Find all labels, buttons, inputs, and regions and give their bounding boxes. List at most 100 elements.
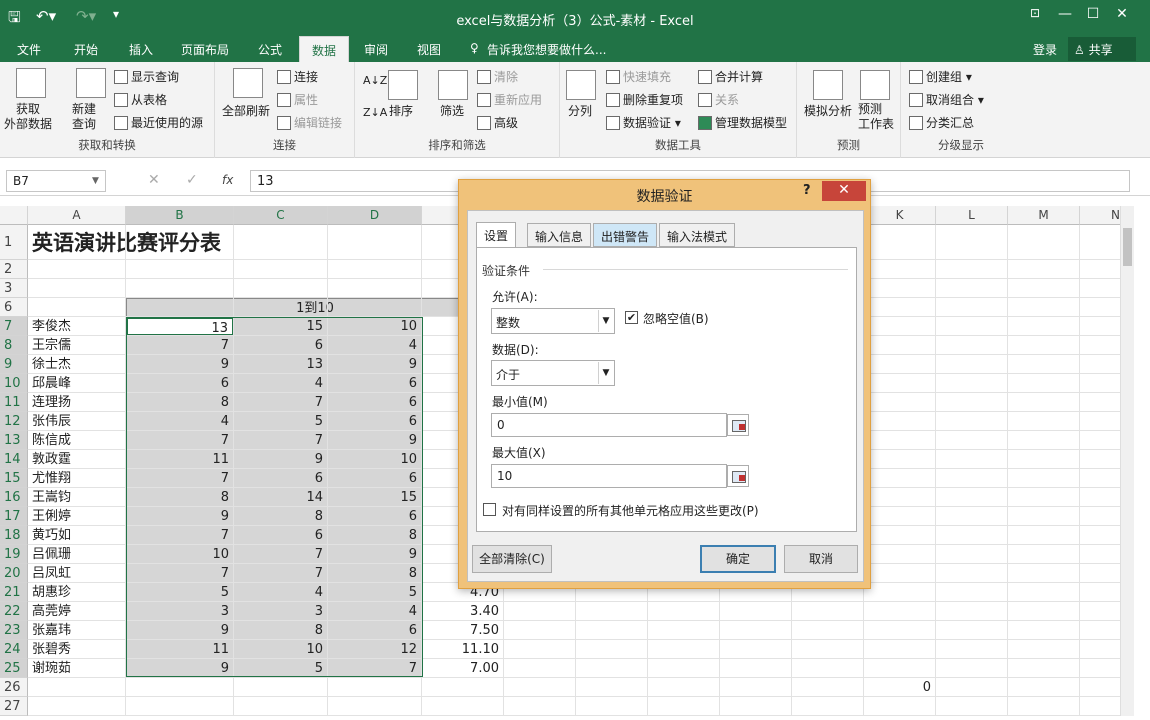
score-cell[interactable]: 3	[234, 602, 328, 621]
sheet-title[interactable]: 英语演讲比赛评分表	[28, 225, 448, 260]
row-header[interactable]: 13	[0, 431, 28, 450]
group-button[interactable]: 创建组 ▾	[909, 68, 972, 85]
what-if-button[interactable]: 模拟分析	[804, 102, 852, 119]
name-cell[interactable]: 胡惠珍	[28, 583, 126, 602]
name-cell[interactable]: 吕佩珊	[28, 545, 126, 564]
min-input[interactable]: 0	[491, 413, 727, 437]
ok-button[interactable]: 确定	[700, 545, 776, 573]
tab-input-message[interactable]: 输入信息	[527, 223, 592, 247]
text-to-columns-button[interactable]: 分列	[568, 102, 592, 119]
score-cell[interactable]: 7	[126, 469, 234, 488]
range-picker-icon[interactable]	[727, 414, 749, 436]
dialog-close-button[interactable]: ✕	[822, 181, 866, 201]
tab-view[interactable]: 视图	[417, 41, 441, 58]
score-cell[interactable]: 6	[126, 374, 234, 393]
clear-all-button[interactable]: 全部清除(C)	[472, 545, 552, 573]
apply-all-checkbox[interactable]	[483, 503, 496, 516]
row-header[interactable]: 22	[0, 602, 28, 621]
score-cell[interactable]: 6	[328, 507, 422, 526]
name-cell[interactable]: 尤惟翔	[28, 469, 126, 488]
flash-fill-button[interactable]: 快速填充	[606, 68, 671, 85]
score-cell[interactable]: 7	[328, 659, 422, 678]
row-header[interactable]: 2	[0, 260, 28, 279]
score-cell[interactable]: 15	[328, 488, 422, 507]
row-header[interactable]: 26	[0, 678, 28, 697]
score-cell[interactable]: 8	[126, 393, 234, 412]
minimize-icon[interactable]: —	[1053, 6, 1077, 22]
sort-za-icon[interactable]: Z↓A	[363, 106, 387, 119]
score-cell[interactable]: 10	[234, 640, 328, 659]
new-query-button[interactable]: 新建 查询	[72, 102, 96, 132]
score-cell[interactable]: 9	[126, 621, 234, 640]
name-cell[interactable]: 张嘉玮	[28, 621, 126, 640]
row-header[interactable]: 8	[0, 336, 28, 355]
tab-review[interactable]: 审阅	[364, 41, 388, 58]
row-header[interactable]: 3	[0, 279, 28, 298]
show-query-button[interactable]: 显示查询	[114, 68, 179, 85]
tab-settings[interactable]: 设置	[476, 222, 517, 248]
subtotal-button[interactable]: 分类汇总	[909, 114, 974, 131]
score-cell[interactable]: 7	[126, 526, 234, 545]
tab-insert[interactable]: 插入	[129, 41, 153, 58]
score-cell[interactable]: 8	[234, 507, 328, 526]
score-cell[interactable]: 7	[234, 431, 328, 450]
score-cell[interactable]: 7.50	[422, 621, 504, 640]
score-cell[interactable]: 6	[328, 393, 422, 412]
score-cell[interactable]: 9	[126, 507, 234, 526]
name-cell[interactable]: 谢琬茹	[28, 659, 126, 678]
row-header[interactable]: 12	[0, 412, 28, 431]
score-cell[interactable]: 6	[234, 526, 328, 545]
score-cell[interactable]: 4	[328, 336, 422, 355]
properties-button[interactable]: 属性	[277, 91, 318, 108]
range-label-cell[interactable]: 1到10	[126, 298, 504, 317]
row-header[interactable]: 9	[0, 355, 28, 374]
row-header[interactable]: 23	[0, 621, 28, 640]
name-cell[interactable]: 王宗儒	[28, 336, 126, 355]
score-cell[interactable]: 15	[234, 317, 328, 336]
cancel-icon[interactable]: ✕	[148, 172, 160, 188]
ungroup-button[interactable]: 取消组合 ▾	[909, 91, 984, 108]
score-cell[interactable]: 7	[126, 336, 234, 355]
get-external-data-button[interactable]: 获取 外部数据	[4, 102, 52, 132]
score-cell[interactable]: 7	[234, 393, 328, 412]
score-cell[interactable]: 6	[328, 412, 422, 431]
column-header[interactable]: L	[936, 206, 1008, 225]
refresh-all-button[interactable]: 全部刷新	[222, 102, 270, 119]
remove-duplicates-button[interactable]: 删除重复项	[606, 91, 683, 108]
score-cell[interactable]: 8	[126, 488, 234, 507]
score-cell[interactable]: 7	[126, 431, 234, 450]
insert-function-icon[interactable]: fx	[222, 173, 233, 187]
ribbon-display-icon[interactable]: ⊡	[1023, 6, 1047, 20]
name-cell[interactable]: 王俐婷	[28, 507, 126, 526]
name-cell[interactable]: 李俊杰	[28, 317, 126, 336]
score-cell[interactable]: 6	[328, 469, 422, 488]
reapply-button[interactable]: 重新应用	[477, 91, 542, 108]
row-header[interactable]: 25	[0, 659, 28, 678]
check-icon[interactable]: ✓	[186, 172, 198, 188]
cancel-button[interactable]: 取消	[784, 545, 858, 573]
score-cell[interactable]: 9	[328, 545, 422, 564]
recent-sources-button[interactable]: 最近使用的源	[114, 114, 203, 131]
relationships-button[interactable]: 关系	[698, 91, 739, 108]
maximize-icon[interactable]: ☐	[1081, 6, 1105, 22]
score-cell[interactable]: 9	[126, 659, 234, 678]
score-cell[interactable]: 11.10	[422, 640, 504, 659]
score-cell[interactable]: 6	[234, 469, 328, 488]
name-cell[interactable]: 陈信成	[28, 431, 126, 450]
score-cell[interactable]: 4	[234, 583, 328, 602]
row-header[interactable]: 1	[0, 225, 28, 260]
help-icon[interactable]: ?	[803, 183, 811, 198]
tab-file[interactable]: 文件	[17, 41, 41, 58]
vertical-scrollbar[interactable]	[1120, 206, 1134, 716]
column-header[interactable]: M	[1008, 206, 1080, 225]
ignore-blank-checkbox[interactable]: ✔	[625, 311, 638, 324]
score-cell[interactable]: 10	[328, 450, 422, 469]
row-header[interactable]: 18	[0, 526, 28, 545]
column-header[interactable]: A	[28, 206, 126, 225]
column-header[interactable]: C	[234, 206, 328, 225]
score-cell[interactable]: 13	[126, 317, 234, 336]
tab-error-alert[interactable]: 出错警告	[593, 223, 658, 247]
score-cell[interactable]: 5	[126, 583, 234, 602]
row-header[interactable]: 20	[0, 564, 28, 583]
total-cell[interactable]: 0	[864, 678, 936, 697]
